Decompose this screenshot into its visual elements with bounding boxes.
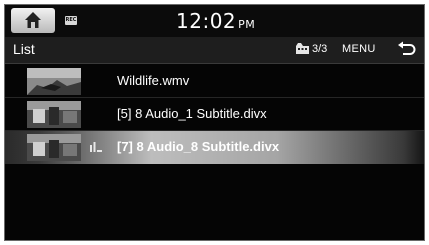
back-button[interactable]: [397, 41, 417, 62]
file-name: [7] 8 Audio_8 Subtitle.divx: [117, 139, 280, 154]
video-thumbnail: [27, 68, 81, 95]
file-name: [5] 8 Audio_1 Subtitle.divx: [117, 106, 267, 121]
status-bar: REC 12:02 PM: [5, 5, 424, 37]
video-folder-icon: [296, 43, 309, 54]
equalizer-icon: [90, 142, 102, 152]
title-bar: List 3/3 MENU: [5, 37, 424, 64]
list-item-selected[interactable]: [7] 8 Audio_8 Subtitle.divx: [5, 131, 424, 164]
list-item[interactable]: Wildlife.wmv: [5, 65, 424, 98]
home-icon: [25, 12, 41, 28]
back-arrow-icon: [398, 41, 416, 55]
clock-time: 12:02: [176, 9, 237, 33]
clock-ampm: PM: [238, 18, 256, 31]
record-status-icon: REC: [65, 16, 77, 25]
folder-count-text: 3/3: [312, 43, 328, 55]
media-screen: REC 12:02 PM List 3/3 MENU Wildlife.wmv …: [4, 4, 425, 241]
list-item[interactable]: [5] 8 Audio_1 Subtitle.divx: [5, 98, 424, 131]
video-thumbnail: [27, 134, 81, 161]
page-title: List: [13, 41, 35, 57]
file-name: Wildlife.wmv: [117, 73, 190, 88]
video-thumbnail: [27, 101, 81, 128]
folder-count: 3/3: [296, 43, 327, 55]
home-button[interactable]: [11, 8, 55, 33]
menu-button[interactable]: MENU: [342, 43, 376, 55]
clock: 12:02 PM: [176, 9, 255, 33]
